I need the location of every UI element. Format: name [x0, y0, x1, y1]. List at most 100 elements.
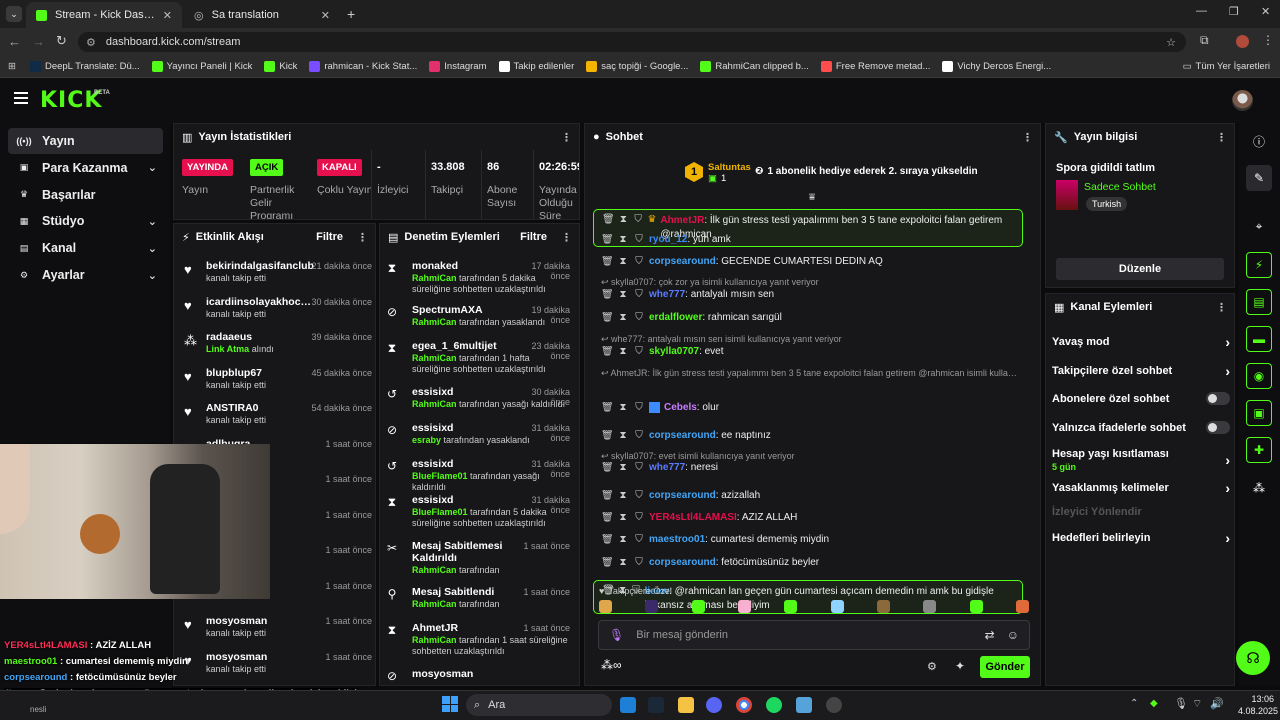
file-explorer-icon[interactable]: [678, 697, 694, 713]
emote-icon[interactable]: [691, 600, 705, 613]
tray-app-icon[interactable]: ◆: [1150, 698, 1158, 709]
emoji-icon[interactable]: ☺: [1007, 628, 1019, 642]
filter-button[interactable]: Filtre: [520, 231, 547, 243]
info-icon[interactable]: ⓘ: [1246, 128, 1272, 154]
user-avatar[interactable]: [1232, 90, 1253, 111]
moderation-item[interactable]: ⊘ mosyosman: [387, 668, 570, 683]
moderation-item[interactable]: ⚲ Mesaj Sabitlendi RahmiCan tarafından 1 sa…: [388, 586, 570, 610]
profile-avatar[interactable]: [1236, 35, 1249, 48]
trash-icon[interactable]: 🗑: [602, 214, 615, 225]
activity-item[interactable]: ⁂ radaaeus Link Atma alındı 39 dakika önce: [182, 331, 372, 354]
chat-message[interactable]: 🗑 ⧗ ⛉ whe777: neresi: [593, 462, 1023, 473]
language-tag[interactable]: Turkish: [1086, 197, 1128, 211]
trash-icon[interactable]: 🗑: [601, 289, 614, 300]
hourglass-icon[interactable]: ⧗: [617, 256, 629, 267]
hourglass-icon[interactable]: ⧗: [617, 289, 629, 300]
chat-message[interactable]: 🗑 ⧗ ⛉ corpsearound: azizallah: [593, 490, 1023, 501]
close-icon[interactable]: ✕: [321, 9, 330, 22]
nav-item-2[interactable]: ♛ Başarılar: [8, 182, 163, 208]
tab-search-icon[interactable]: ⌄: [6, 6, 22, 22]
chat-message[interactable]: 🗑 ⧗ ⛉ skylla0707: evet: [593, 346, 1023, 357]
nav-item-0[interactable]: ((•)) Yayın: [8, 128, 163, 154]
back-icon[interactable]: ←: [8, 34, 21, 49]
chat-message[interactable]: 🗑 ⧗ ⛉ whe777: antalyalı mısın sen: [593, 289, 1023, 300]
forward-icon[interactable]: →: [32, 34, 45, 49]
reload-icon[interactable]: ↻: [56, 33, 67, 49]
tray-chevron-icon[interactable]: ⌃: [1130, 698, 1138, 709]
site-info-icon[interactable]: ⚙: [86, 36, 96, 49]
tab-kick-dashboard[interactable]: Stream - Kick Dashboard ✕: [26, 2, 182, 28]
channel-action-item[interactable]: Yalnızca ifadelerle sohbet: [1052, 421, 1230, 434]
shield-icon[interactable]: ⛉: [633, 462, 645, 473]
trash-icon[interactable]: 🗑: [601, 234, 614, 245]
hamburger-icon[interactable]: [14, 92, 28, 104]
shield-icon[interactable]: ⛉: [633, 534, 645, 545]
activity-item[interactable]: ♥ icardiinsolayakhocam kanalı takip etti 30…: [182, 296, 372, 319]
broadcast-icon[interactable]: ◉: [1246, 363, 1272, 389]
trash-icon[interactable]: 🗑: [601, 346, 614, 357]
bolt-icon[interactable]: ⚡: [1246, 252, 1272, 278]
shield-icon[interactable]: ⛉: [633, 346, 645, 357]
translate-icon[interactable]: ⇄: [985, 628, 995, 642]
shield-icon[interactable]: ⛉: [633, 214, 644, 225]
hourglass-icon[interactable]: ⧗: [617, 557, 629, 568]
activity-item[interactable]: ♥ bekirindalgasifanclub kanalı takip etti 2…: [182, 260, 372, 283]
shield-icon[interactable]: ⛉: [633, 490, 645, 501]
kebab-icon[interactable]: ⋮: [1216, 131, 1227, 144]
toggle-switch[interactable]: [1206, 421, 1230, 434]
channel-action-item[interactable]: Hesap yaşı kısıtlaması 5 gün ›: [1052, 448, 1230, 472]
hourglass-icon[interactable]: ⧗: [617, 346, 629, 357]
channel-action-item[interactable]: Yavaş mod ›: [1052, 334, 1230, 350]
shield-icon[interactable]: ⛉: [633, 512, 645, 523]
bookmark-item[interactable]: Takip edilenler: [498, 61, 574, 72]
help-chat-button[interactable]: ☊: [1236, 641, 1270, 675]
shield-icon[interactable]: ⛉: [633, 256, 645, 267]
new-tab-icon[interactable]: +: [347, 6, 355, 22]
chat-message[interactable]: 🗑 ⧗ ⛉ erdalflower: rahmican sarıgül: [593, 312, 1023, 323]
moderation-item[interactable]: ⊘ essisixd esraby tarafından yasaklandı 31 …: [387, 422, 570, 446]
bookmark-item[interactable]: Yayıncı Paneli | Kick: [151, 61, 252, 72]
kebab-icon[interactable]: ⋮: [1216, 301, 1227, 314]
shield-icon[interactable]: ⛉: [633, 312, 645, 323]
emote-icon[interactable]: [923, 600, 937, 613]
edit-icon[interactable]: ✎: [1246, 165, 1272, 191]
tab-translation[interactable]: ◎ Sa translation ✕: [184, 2, 340, 28]
clock[interactable]: 13:06 4.08.2025: [1238, 693, 1278, 717]
bookmark-item[interactable]: Free Remove metad...: [820, 61, 930, 72]
emote-icon[interactable]: [876, 600, 890, 613]
microphone-tray-icon[interactable]: 🎙: [1174, 697, 1188, 710]
moderation-item[interactable]: ✂ Mesaj Sabitlemesi Kaldırıldı RahmiCan ta…: [387, 540, 570, 576]
emote-icon[interactable]: [1015, 600, 1029, 613]
bookmark-item[interactable]: saç topiği - Google...: [586, 61, 688, 72]
chat-scrollbar[interactable]: [1040, 560, 1041, 578]
chat-message[interactable]: 🗑 ⧗ ⛉ ryou_12: yuh amk: [593, 234, 1023, 245]
more-icon[interactable]: ⁂: [1246, 475, 1272, 501]
category-link[interactable]: Sadece Sohbet: [1084, 181, 1156, 193]
bot-icon[interactable]: ✦: [955, 659, 965, 673]
hourglass-icon[interactable]: ⧗: [617, 234, 629, 245]
emote-icon[interactable]: [599, 600, 612, 613]
moderation-item[interactable]: ⧗ essisixd BlueFlame01 tarafından 5 dakika…: [388, 494, 570, 529]
windows-start-icon[interactable]: [442, 696, 458, 712]
app-icon[interactable]: [796, 697, 812, 713]
close-window-icon[interactable]: ✕: [1261, 5, 1270, 18]
chat-message[interactable]: 🗑 ⧗ ⛉ YER4sLtl4LAMASI: AZİZ ALLAH: [593, 512, 1023, 523]
bookmark-item[interactable]: rahmican - Kick Stat...: [309, 61, 417, 72]
kebab-icon[interactable]: ⋮: [357, 231, 368, 244]
hourglass-icon[interactable]: ⧗: [617, 430, 629, 441]
star-icon[interactable]: ☆: [1166, 36, 1176, 49]
chat-message[interactable]: 🗑 ⧗ ⛉ Cebels: olur: [593, 402, 1023, 413]
filter-button[interactable]: Filtre: [316, 231, 343, 243]
trash-icon[interactable]: 🗑: [601, 312, 614, 323]
toggle-switch[interactable]: [1206, 392, 1230, 405]
reply-context[interactable]: ↩ skylla0707: evet isimli kullanıcıya ya…: [601, 451, 1021, 462]
nav-item-5[interactable]: ⚙ Ayarlar ⌄: [8, 262, 163, 288]
hourglass-icon[interactable]: ⧗: [617, 490, 629, 501]
moderation-item[interactable]: ⊘ SpectrumAXA RahmiCan tarafından yasaklan…: [387, 304, 570, 328]
trash-icon[interactable]: 🗑: [601, 462, 614, 473]
menu-icon[interactable]: ⋮: [1262, 33, 1274, 47]
points-icon[interactable]: ⁂∞: [601, 658, 622, 672]
activity-item[interactable]: ♥ mosyosman kanalı takip etti 1 saat önce: [182, 615, 372, 638]
microphone-icon[interactable]: 🎙: [609, 628, 624, 642]
channel-action-item[interactable]: Abonelere özel sohbet: [1052, 392, 1230, 405]
